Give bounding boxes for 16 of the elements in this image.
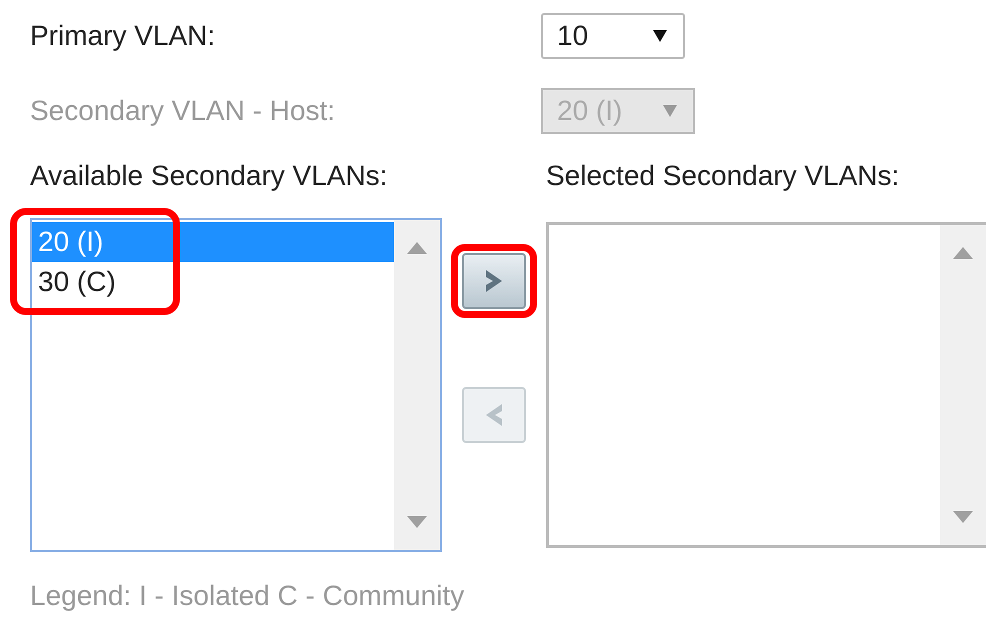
- list-label: Available Secondary VLANs:: [30, 160, 388, 193]
- list-item[interactable]: 30 (C): [32, 262, 394, 302]
- scroll-down-icon[interactable]: [406, 516, 427, 528]
- scroll-down-icon[interactable]: [953, 511, 973, 523]
- list-label: Selected Secondary VLANs:: [546, 160, 900, 193]
- caret-icon: [653, 30, 667, 42]
- scroll-up-icon[interactable]: [406, 242, 427, 254]
- field-label: Primary VLAN:: [30, 20, 216, 52]
- selected-list[interactable]: [546, 222, 986, 548]
- move-button[interactable]: [462, 253, 526, 309]
- dropdown[interactable]: 10: [541, 13, 685, 59]
- field-label: Secondary VLAN - Host:: [30, 95, 336, 127]
- scroll-up-icon[interactable]: [953, 247, 973, 259]
- available-list[interactable]: 20 (I) 30 (C): [30, 218, 442, 552]
- legend-text: Legend: I - Isolated C - Community: [30, 580, 466, 612]
- caret-icon: [663, 105, 677, 117]
